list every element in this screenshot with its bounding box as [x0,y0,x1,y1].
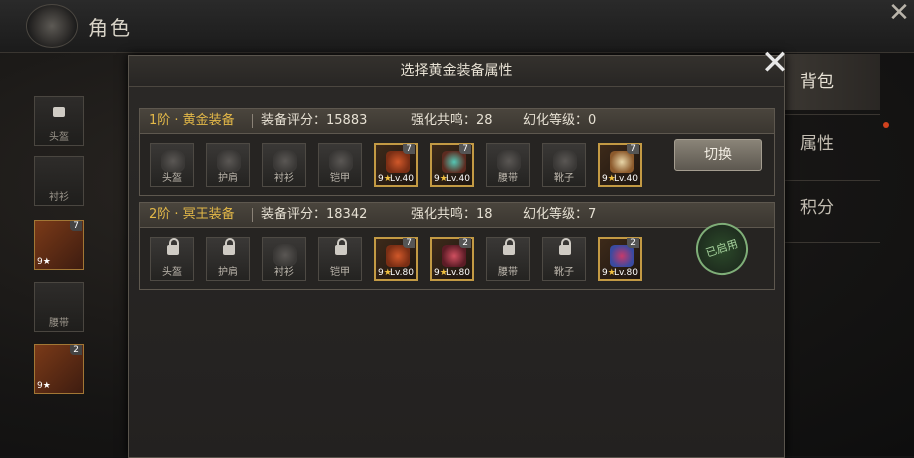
item-level: Lv.40 [446,174,470,184]
slot-gold-item[interactable]: 2 9★ Lv.80 [598,237,642,281]
gloves-icon [386,245,410,267]
left-slot-gold-item[interactable]: 7 9★ [34,220,84,270]
set-score: 装备评分：15883 [261,113,368,128]
set-resonance: 强化共鸣：28 [411,113,493,128]
slot-gold-item[interactable]: 7 9★ Lv.40 [430,143,474,187]
item-stars: 9★ [37,257,51,267]
slot-shoulder[interactable]: 护肩 [206,143,250,187]
left-slot-gold-item-2[interactable]: 2 9★ [34,344,84,394]
slot-gold-item[interactable]: 2 9★ Lv.80 [430,237,474,281]
gloves-icon [386,151,410,173]
item-level: Lv.40 [390,174,414,184]
slot-armor-locked[interactable]: 铠甲 [318,237,362,281]
item-stars: 9★ [37,381,51,391]
item-count-badge: 7 [403,144,415,154]
slot-label: 衬衫 [274,173,294,184]
lock-icon [503,238,515,255]
chest-armor-icon [610,245,634,267]
dialog-close-icon[interactable]: ✕ [757,46,793,82]
set-illusion: 幻化等级：0 [523,113,597,128]
lock-icon [559,238,571,255]
slot-belt-locked[interactable]: 腰带 [486,237,530,281]
item-level: Lv.80 [446,268,470,278]
set-name: 2阶 · 冥王装备 [149,207,235,222]
item-level: Lv.40 [614,174,638,184]
slot-label: 腰带 [498,267,518,278]
set-resonance: 强化共鸣：18 [411,207,493,222]
page-title: 角色 [88,16,132,40]
top-close-icon[interactable]: ✕ [884,0,914,28]
left-slot-helmet[interactable]: 头盔 [34,96,84,146]
item-count-badge: 7 [627,144,639,154]
left-slot-belt[interactable]: 腰带 [34,282,84,332]
dialog-title: 选择黄金装备属性 [129,56,784,87]
slot-shirt[interactable]: 衬衫 [262,143,306,187]
tab-attributes[interactable]: 属性 [784,116,880,172]
lock-icon [335,238,347,255]
slot-boots[interactable]: 靴子 [542,143,586,187]
slot-helmet[interactable]: 头盔 [150,143,194,187]
tab-backpack[interactable]: 背包 [784,54,880,110]
lock-icon [53,107,65,117]
item-count-badge: 7 [459,144,471,154]
slot-gold-item[interactable]: 7 9★ Lv.40 [598,143,642,187]
slot-label: 靴子 [554,173,574,184]
header-divider [252,114,253,128]
weapon-icon [442,151,466,173]
set-score: 装备评分：18342 [261,207,368,222]
item-count-badge: 7 [403,238,415,248]
pants-icon [610,151,634,173]
equipment-set-1: 1阶 · 黄金装备 装备评分：15883 强化共鸣：28 幻化等级：0 头盔 护… [139,108,775,196]
item-level: Lv.80 [614,268,638,278]
tab-divider [784,242,880,243]
slot-belt[interactable]: 腰带 [486,143,530,187]
item-count-badge: 2 [459,238,471,248]
equipment-set-2: 2阶 · 冥王装备 装备评分：18342 强化共鸣：18 幻化等级：7 头盔 护… [139,202,775,290]
slot-gold-item[interactable]: 7 9★ Lv.80 [374,237,418,281]
slot-label: 衬衫 [274,267,294,278]
tab-divider [784,114,880,115]
slot-label: 头盔 [162,173,182,184]
slot-gold-item[interactable]: 7 9★ Lv.40 [374,143,418,187]
lock-icon [167,238,179,255]
slot-label: 铠甲 [330,173,350,184]
slot-label: 腰带 [498,173,518,184]
slot-label: 腰带 [49,318,69,329]
character-emblem-icon [26,4,78,48]
slot-boots-locked[interactable]: 靴子 [542,237,586,281]
slot-label: 护肩 [218,267,238,278]
item-count-badge: 2 [70,345,82,355]
slot-helmet-locked[interactable]: 头盔 [150,237,194,281]
slot-label: 头盔 [162,267,182,278]
left-slot-shirt[interactable]: 衬衫 [34,156,84,206]
notification-dot-icon [883,122,889,128]
slot-label: 铠甲 [330,267,350,278]
slot-shirt[interactable]: 衬衫 [262,237,306,281]
set-name: 1阶 · 黄金装备 [149,113,235,128]
set-header: 1阶 · 黄金装备 装备评分：15883 强化共鸣：28 幻化等级：0 [140,109,774,134]
item-count-badge: 7 [70,221,82,231]
tab-points[interactable]: 积分 [784,180,880,236]
slot-label: 靴子 [554,267,574,278]
slot-label: 衬衫 [49,192,69,203]
weapon-icon [442,245,466,267]
slot-label: 头盔 [49,132,69,143]
set-header: 2阶 · 冥王装备 装备评分：18342 强化共鸣：18 幻化等级：7 [140,203,774,228]
header-divider [252,208,253,222]
set-illusion: 幻化等级：7 [523,207,597,222]
slot-armor[interactable]: 铠甲 [318,143,362,187]
slot-shoulder-locked[interactable]: 护肩 [206,237,250,281]
slot-label: 护肩 [218,173,238,184]
lock-icon [223,238,235,255]
gold-equipment-dialog: 选择黄金装备属性 1阶 · 黄金装备 装备评分：15883 强化共鸣：28 幻化… [128,55,785,458]
switch-button[interactable]: 切换 [674,139,762,171]
item-count-badge: 2 [627,238,639,248]
item-level: Lv.80 [390,268,414,278]
